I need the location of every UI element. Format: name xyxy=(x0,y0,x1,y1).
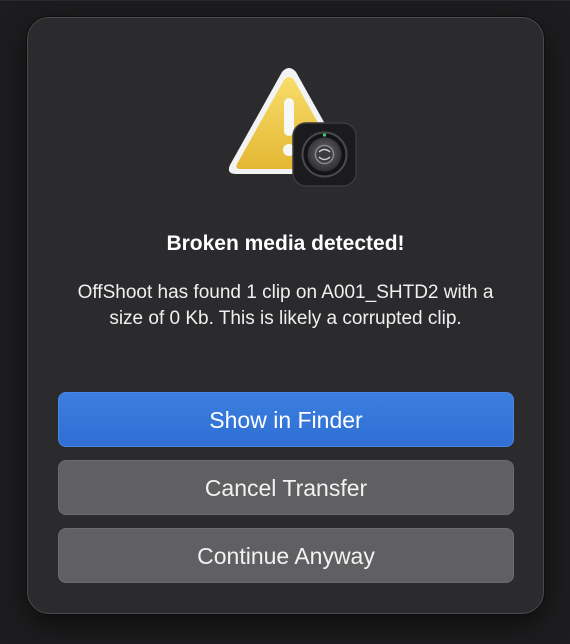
cancel-transfer-button[interactable]: Cancel Transfer xyxy=(58,460,514,515)
offshoot-app-badge-icon xyxy=(292,122,357,187)
show-in-finder-button[interactable]: Show in Finder xyxy=(58,392,514,447)
window-edge xyxy=(0,0,570,1)
continue-anyway-button[interactable]: Continue Anyway xyxy=(58,528,514,583)
alert-dialog: Broken media detected! OffShoot has foun… xyxy=(27,17,544,614)
warning-triangle-icon xyxy=(228,68,357,187)
dialog-title: Broken media detected! xyxy=(166,232,405,255)
dialog-message: OffShoot has found 1 clip on A001_SHTD2 … xyxy=(77,282,494,329)
